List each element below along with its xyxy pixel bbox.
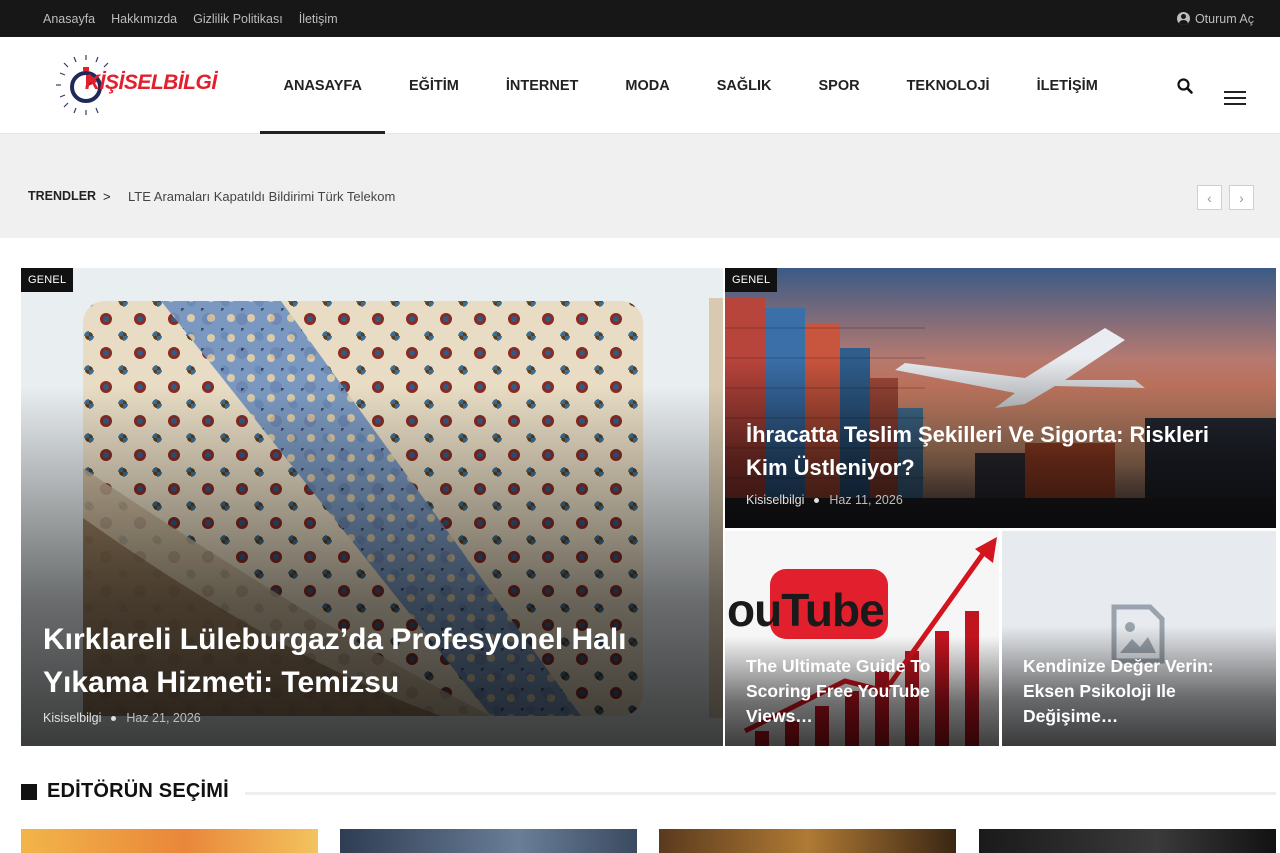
editors-pick-thumb-4[interactable] xyxy=(979,829,1276,853)
trending-label: TRENDLER xyxy=(28,189,97,203)
user-icon xyxy=(1176,12,1190,25)
nav-item-technology[interactable]: TEKNOLOJİ xyxy=(883,37,1013,134)
featured-top-right-meta: Kisiselbilgi Haz 11, 2026 xyxy=(746,493,903,507)
author-name[interactable]: Kisiselbilgi xyxy=(43,711,101,725)
nav-item-health[interactable]: SAĞLIK xyxy=(693,37,795,134)
top-link-contact[interactable]: İletişim xyxy=(299,12,338,26)
section-divider xyxy=(245,792,1276,795)
category-badge[interactable]: GENEL xyxy=(21,268,74,292)
trending-bar: TRENDLER > LTE Aramaları Kapatıldı Bildi… xyxy=(0,134,1280,238)
post-date: Haz 11, 2026 xyxy=(829,493,903,507)
editors-pick-thumb-2[interactable] xyxy=(340,829,637,853)
editors-pick-thumb-3[interactable] xyxy=(659,829,956,853)
featured-main-meta: Kisiselbilgi Haz 21, 2026 xyxy=(43,711,201,725)
featured-top-right-title[interactable]: İhracatta Teslim Şekilleri Ve Sigorta: R… xyxy=(746,418,1246,484)
top-link-home[interactable]: Anasayfa xyxy=(43,12,95,26)
featured-main-title[interactable]: Kırklareli Lüleburgaz’da Profesyonel Hal… xyxy=(43,618,703,704)
featured-youtube-card[interactable]: ouTube The Ultimate Guide To Scoring Fre… xyxy=(725,531,999,746)
heading-square-icon xyxy=(21,783,37,800)
nav-item-contact[interactable]: İLETİŞİM xyxy=(1013,37,1121,134)
nav-item-sports[interactable]: SPOR xyxy=(795,37,883,134)
top-links: Anasayfa Hakkımızda Gizlilik Politikası … xyxy=(43,0,338,37)
featured-youtube-title[interactable]: The Ultimate Guide To Scoring Free YouTu… xyxy=(746,654,986,729)
youtube-wordmark: ouTube xyxy=(727,584,885,636)
nav-item-home[interactable]: ANASAYFA xyxy=(260,37,386,134)
hamburger-icon xyxy=(1224,91,1246,93)
nav-item-fashion[interactable]: MODA xyxy=(602,37,693,134)
search-icon xyxy=(1177,78,1193,94)
top-link-privacy[interactable]: Gizlilik Politikası xyxy=(193,12,283,26)
top-bar: Anasayfa Hakkımızda Gizlilik Politikası … xyxy=(0,0,1280,37)
main-nav: ANASAYFA EĞİTİM İNTERNET MODA SAĞLIK SPO… xyxy=(260,37,1121,134)
login-link[interactable]: Oturum Aç xyxy=(1176,0,1254,37)
author-name[interactable]: Kisiselbilgi xyxy=(746,493,804,507)
trending-headline[interactable]: LTE Aramaları Kapatıldı Bildirimi Türk T… xyxy=(128,189,395,204)
editors-pick-thumb-1[interactable] xyxy=(21,829,318,853)
logo-wordmark: KİŞİSELBİLGİ xyxy=(85,71,217,94)
category-badge[interactable]: GENEL xyxy=(725,268,778,292)
post-date: Haz 21, 2026 xyxy=(126,711,201,725)
nav-item-internet[interactable]: İNTERNET xyxy=(482,37,602,134)
trending-prev-button[interactable]: ‹ xyxy=(1197,185,1222,210)
search-button[interactable] xyxy=(1176,77,1194,95)
top-link-about[interactable]: Hakkımızda xyxy=(111,12,177,26)
featured-psychology-title[interactable]: Kendinize Değer Verin: Eksen Psikoloji I… xyxy=(1023,654,1263,729)
featured-main-card[interactable]: GENEL Kırklareli Lüleburgaz’da Profesyon… xyxy=(21,268,723,746)
site-header: KİŞİSELBİLGİ ANASAYFA EĞİTİM İNTERNET MO… xyxy=(0,37,1280,134)
featured-top-right-card[interactable]: GENEL İhracatta Teslim Şekilleri Ve Sigo… xyxy=(725,268,1276,528)
site-logo[interactable]: KİŞİSELBİLGİ xyxy=(52,51,224,119)
login-label: Oturum Aç xyxy=(1194,11,1254,26)
chevron-right-icon: > xyxy=(103,189,111,204)
menu-button[interactable] xyxy=(1224,91,1248,109)
featured-psychology-card[interactable]: Kendinize Değer Verin: Eksen Psikoloji I… xyxy=(1002,531,1276,746)
editors-pick-heading: EDİTÖRÜN SEÇİMİ xyxy=(21,780,229,803)
editors-pick-title: EDİTÖRÜN SEÇİMİ xyxy=(47,780,229,802)
trending-next-button[interactable]: › xyxy=(1229,185,1254,210)
nav-item-education[interactable]: EĞİTİM xyxy=(385,37,482,134)
